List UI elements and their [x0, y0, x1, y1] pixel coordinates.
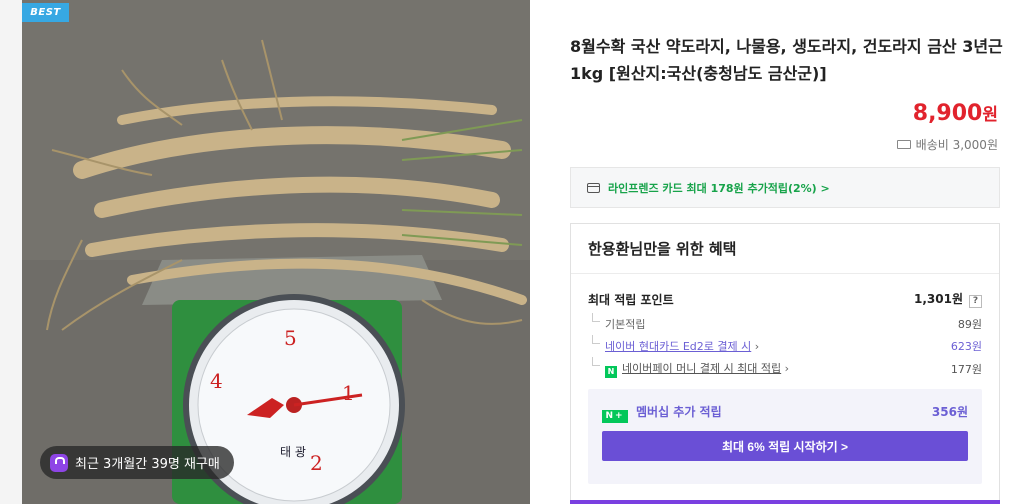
benefit-panel: 한용환님만을 위한 혜택 최대 적립 포인트 1,301원? 기본적립 89원 … [570, 223, 1000, 504]
scale-number-4: 4 [210, 369, 223, 393]
naver-pay-icon: N [605, 366, 617, 378]
npay-money-link[interactable]: 네이버페이 머니 결제 시 최대 적립 [622, 362, 781, 375]
left-gutter [0, 0, 22, 504]
max-points-value: 1,301원 [914, 292, 963, 306]
product-price: 8,900원 [913, 100, 998, 126]
shopping-bag-icon [50, 453, 68, 472]
product-page: 5 4 1 2 태 광 BEST 최근 3개월간 39명 재구매 8월수확 국산… [0, 0, 1031, 504]
benefit-row-card: 네이버 현대카드 Ed2로 결제 시 › 623원 [588, 335, 982, 354]
card-promo-banner[interactable]: 라인프렌즈 카드 최대 178원 추가적립(2%) > [570, 167, 1000, 208]
scale-number-1: 1 [342, 381, 355, 405]
benefit-heading: 한용환님만을 위한 혜택 [571, 224, 999, 274]
npay-benefit-value: 177원 [950, 363, 982, 376]
product-title: 8월수확 국산 약도라지, 나물용, 생도라지, 건도라지 금산 3년근 1kg… [570, 37, 1003, 83]
max-points-label: 최대 적립 포인트 [588, 292, 674, 307]
card-promo-text[interactable]: 라인프렌즈 카드 최대 178원 추가적립(2%) > [608, 180, 830, 196]
product-photo-illustration: 5 4 1 2 태 광 [22, 0, 530, 504]
start-membership-button[interactable]: 최대 6% 적립 시작하기 > [602, 431, 968, 461]
naver-plus-icon: N+ [602, 410, 628, 423]
best-badge: BEST [22, 3, 69, 22]
price-unit: 원 [982, 105, 998, 125]
scale-number-2: 2 [310, 451, 323, 475]
credit-card-icon [587, 182, 600, 193]
benefit-row-basic: 기본적립 89원 [588, 313, 982, 332]
shipping-fee: 배송비 3,000원 [896, 136, 998, 153]
truck-icon [896, 140, 911, 149]
npay-benefit-item: N 네이버페이 머니 결제 시 최대 적립 › [588, 357, 789, 378]
membership-label: 멤버십 추가 적립 [636, 405, 722, 419]
max-points-value-wrap: 1,301원? [914, 290, 982, 308]
benefit-row-npay: N 네이버페이 머니 결제 시 최대 적립 › 177원 [588, 357, 982, 378]
hyundai-card-link[interactable]: 네이버 현대카드 Ed2로 결제 시 [605, 340, 751, 353]
card-benefit-item: 네이버 현대카드 Ed2로 결제 시 › [588, 335, 759, 354]
shipping-text: 배송비 3,000원 [915, 138, 998, 152]
membership-value: 356원 [931, 405, 968, 419]
product-image[interactable]: 5 4 1 2 태 광 [22, 0, 530, 504]
basic-points-value: 89원 [957, 318, 982, 331]
repurchase-text: 최근 3개월간 39명 재구매 [75, 457, 220, 472]
bottom-accent-bar [570, 500, 1000, 504]
scale-brand: 태 광 [280, 445, 306, 459]
membership-label-wrap: N+ 멤버십 추가 적립 [602, 403, 722, 423]
repurchase-badge: 최근 3개월간 39명 재구매 [40, 446, 234, 479]
price-value: 8,900 [912, 101, 983, 126]
membership-row: N+ 멤버십 추가 적립 356원 [602, 403, 968, 423]
max-points-row: 최대 적립 포인트 1,301원? [588, 290, 982, 308]
basic-points-label: 기본적립 [588, 313, 645, 332]
help-icon[interactable]: ? [969, 295, 982, 308]
membership-box: N+ 멤버십 추가 적립 356원 최대 6% 적립 시작하기 > [588, 389, 982, 484]
card-benefit-value: 623원 [950, 340, 982, 353]
scale-number-5: 5 [284, 326, 297, 350]
